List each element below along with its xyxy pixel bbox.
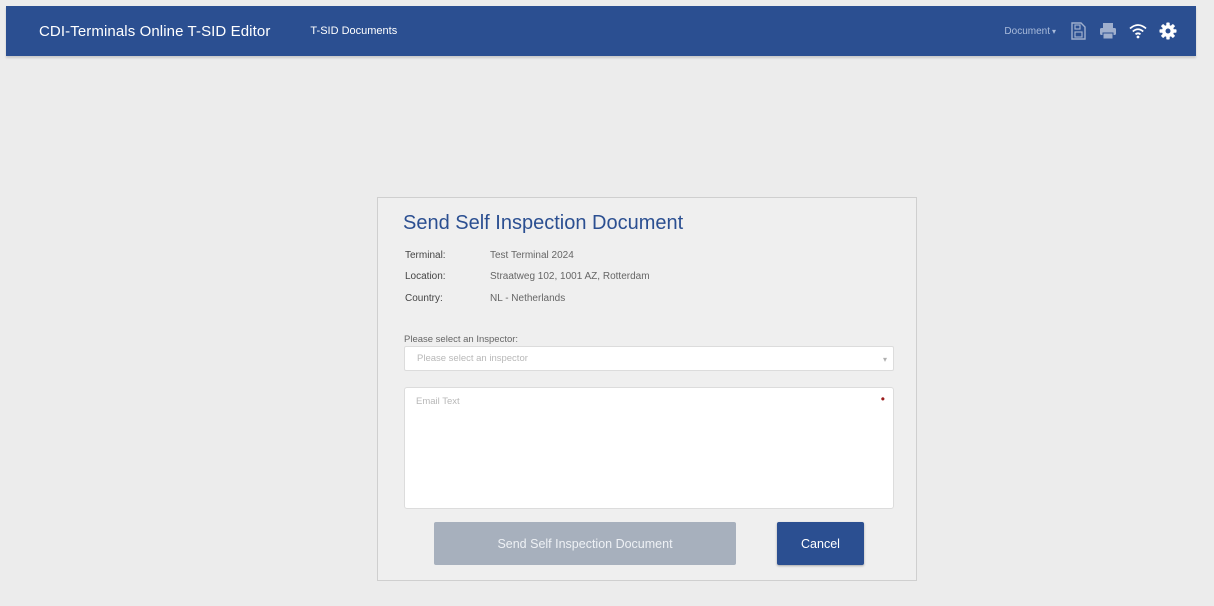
country-label: Country: [405, 293, 443, 304]
send-document-button[interactable]: Send Self Inspection Document [434, 522, 736, 565]
toolbar: Document ▾ [1004, 21, 1178, 41]
terminal-value: Test Terminal 2024 [490, 250, 574, 261]
print-icon[interactable] [1098, 21, 1118, 41]
caret-down-icon: ▾ [1051, 26, 1056, 36]
document-menu-label: Document [1004, 25, 1050, 37]
send-document-dialog: Send Self Inspection Document Terminal: … [377, 197, 917, 581]
required-indicator: • [880, 392, 885, 406]
location-row: Location: Straatweg 102, 1001 AZ, Rotter… [405, 271, 650, 282]
inspector-select[interactable]: Please select an inspector ▾ [404, 346, 894, 371]
inspector-label: Please select an Inspector: [404, 334, 519, 345]
gear-icon[interactable] [1158, 21, 1178, 41]
country-value: NL - Netherlands [490, 293, 566, 304]
nav-link-tsid-documents[interactable]: T-SID Documents [310, 25, 397, 37]
country-row: Country: NL - Netherlands [405, 293, 565, 304]
terminal-row: Terminal: Test Terminal 2024 [405, 250, 574, 261]
document-menu[interactable]: Document ▾ [1004, 26, 1056, 37]
chevron-down-icon: ▾ [882, 355, 887, 364]
app-title: CDI-Terminals Online T-SID Editor [39, 22, 271, 40]
wifi-icon [1128, 21, 1148, 41]
email-text-placeholder: Email Text [416, 396, 460, 407]
dialog-title: Send Self Inspection Document [403, 212, 684, 234]
location-label: Location: [405, 271, 446, 282]
inspector-select-placeholder: Please select an inspector [417, 353, 528, 364]
cancel-button[interactable]: Cancel [777, 522, 864, 565]
email-text-input[interactable]: Email Text • [404, 387, 894, 509]
location-value: Straatweg 102, 1001 AZ, Rotterdam [490, 271, 650, 282]
terminal-label: Terminal: [405, 250, 446, 261]
top-navigation-bar: CDI-Terminals Online T-SID Editor T-SID … [6, 6, 1196, 56]
save-icon[interactable] [1068, 21, 1088, 41]
